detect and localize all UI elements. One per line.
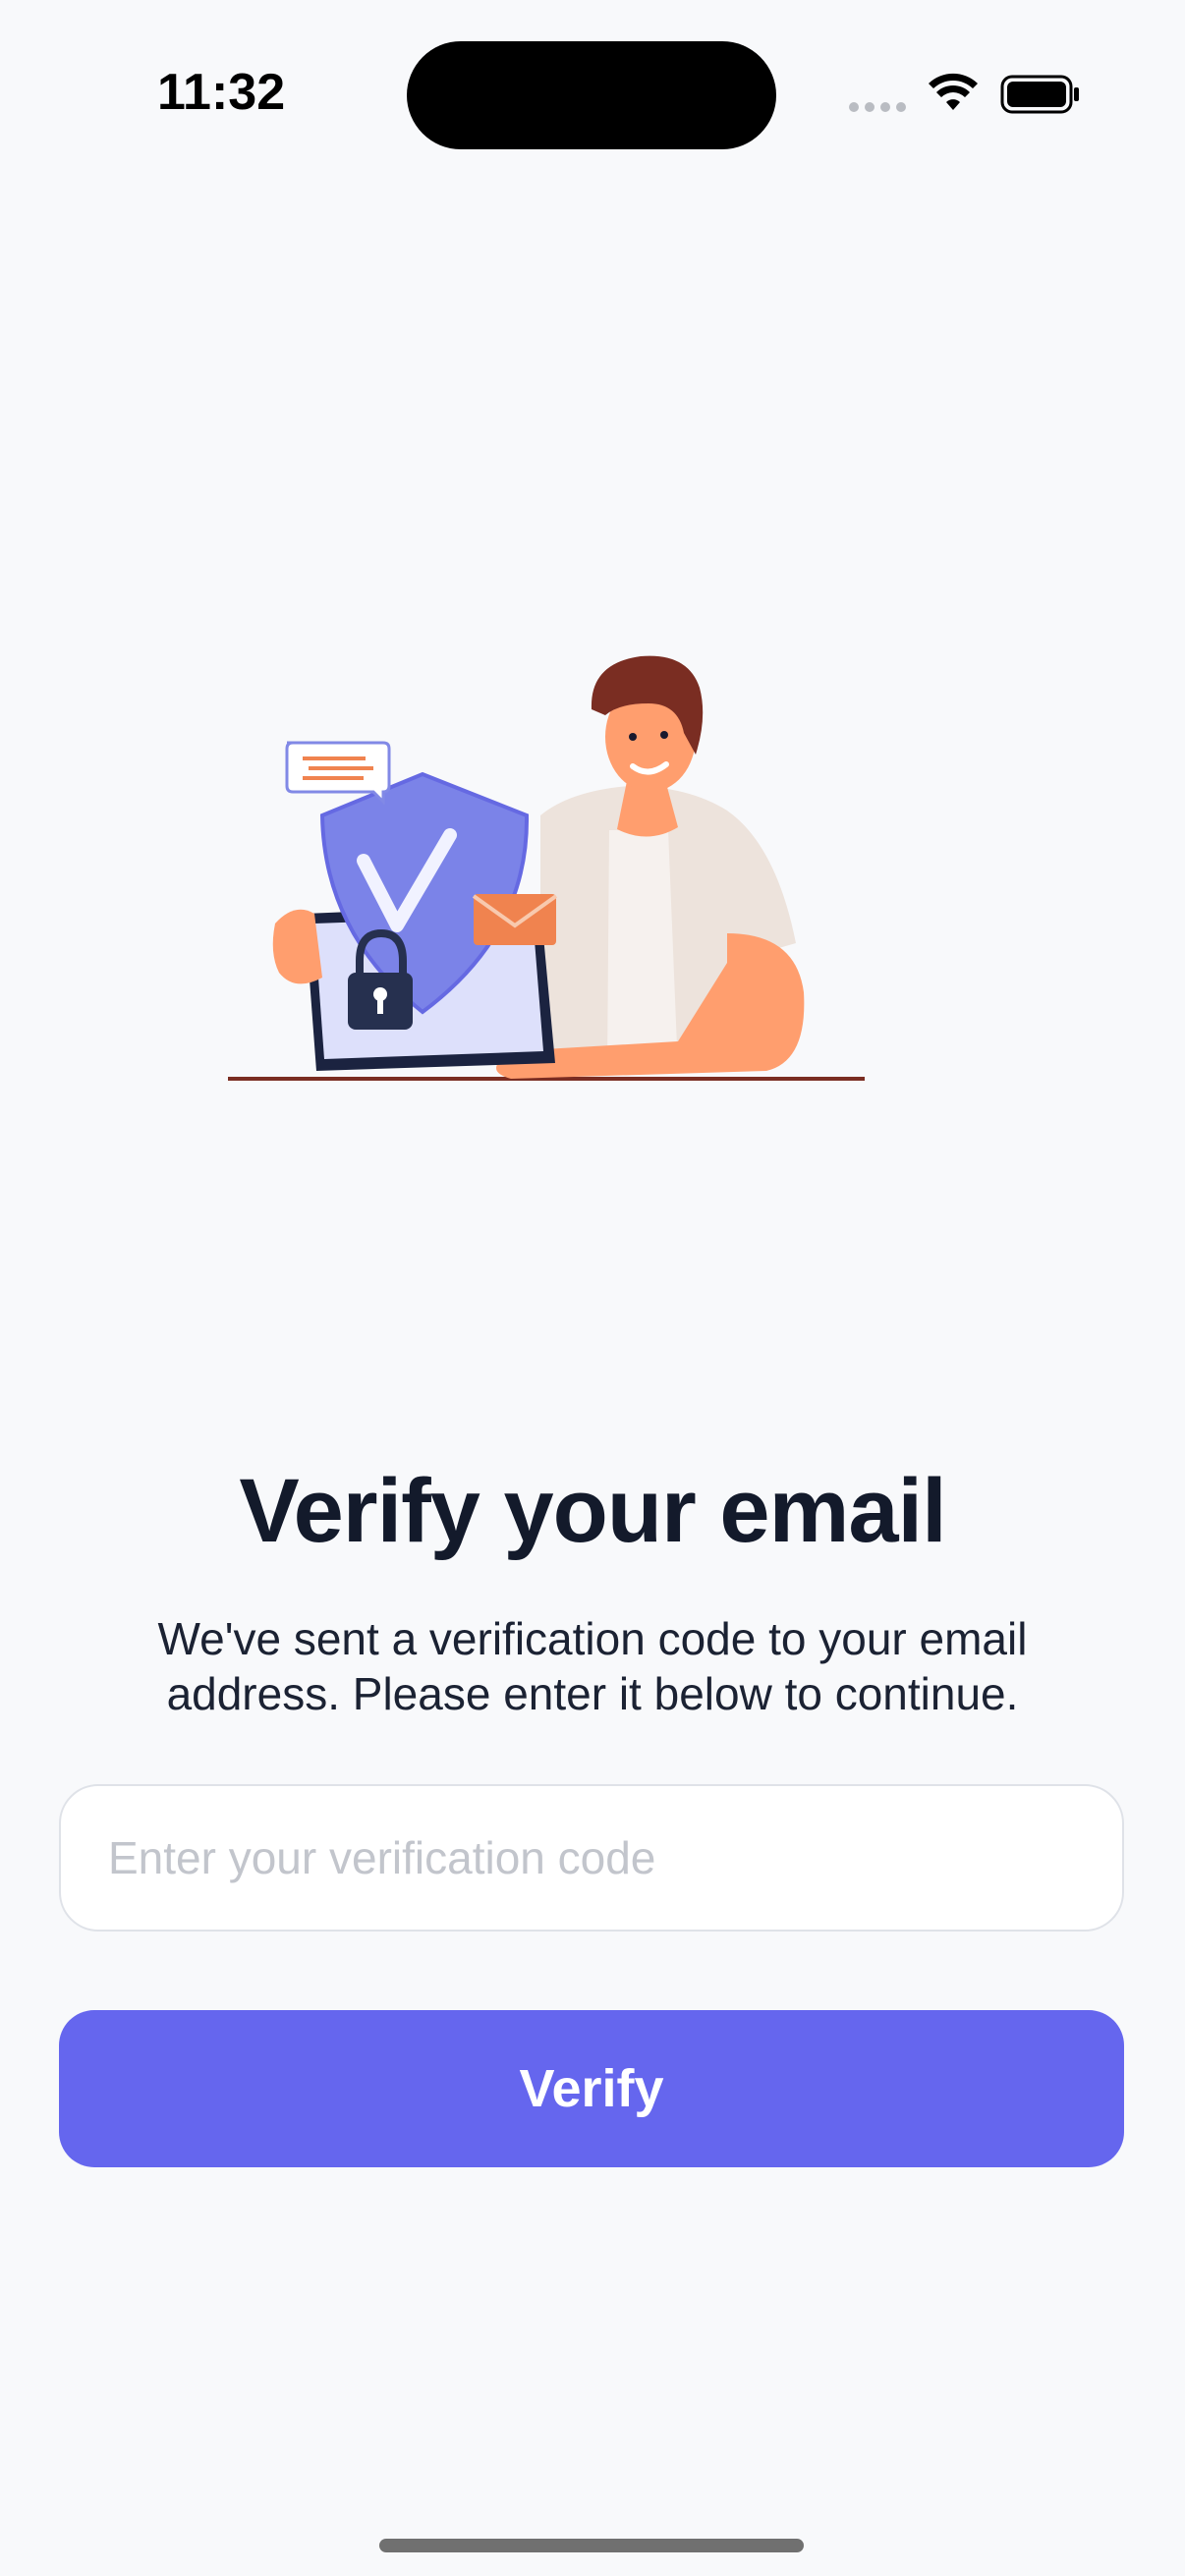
envelope [474, 894, 556, 945]
cellular-signal-icon [849, 102, 906, 112]
verify-button[interactable]: Verify [59, 2010, 1124, 2167]
page-title: Verify your email [239, 1461, 946, 1561]
dynamic-island [407, 41, 776, 149]
verification-code-field [59, 1784, 1124, 1932]
security-illustration [228, 655, 865, 1081]
home-indicator[interactable] [379, 2539, 804, 2552]
verification-code-input[interactable] [61, 1786, 1122, 1930]
verify-email-screen: 11:32 Verify your email We've sent a ver… [0, 0, 1185, 2576]
page-subtitle: We've sent a verification code to your e… [157, 1613, 1028, 1719]
undershirt [607, 830, 678, 1071]
wifi-icon [929, 73, 978, 110]
chat-bubble [285, 741, 391, 806]
battery-icon [1000, 75, 1079, 114]
status-time: 11:32 [157, 64, 286, 121]
left-hand [272, 909, 322, 984]
